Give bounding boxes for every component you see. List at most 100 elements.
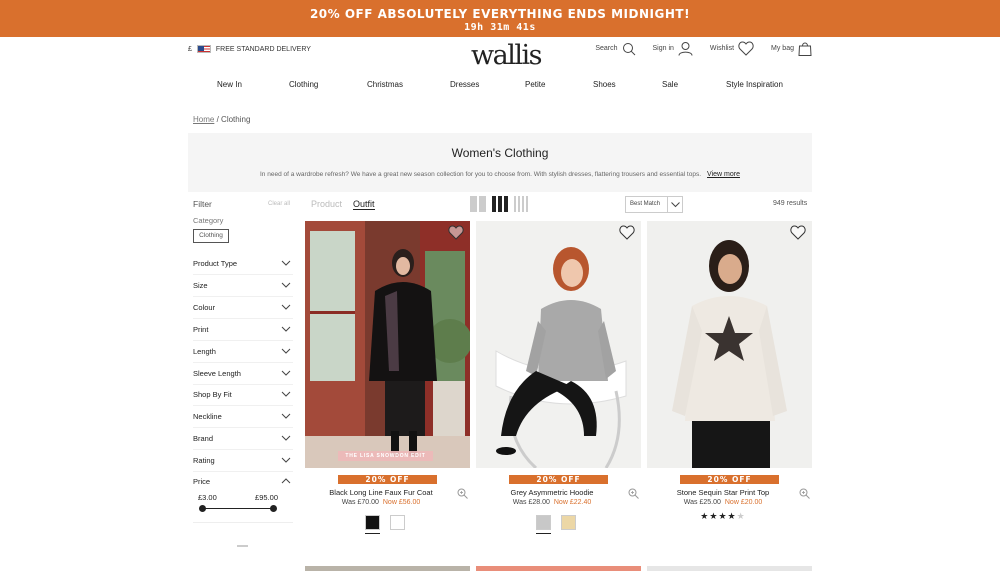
filter-length[interactable]: Length xyxy=(193,341,293,363)
product-image[interactable] xyxy=(647,566,812,571)
filter-label: Rating xyxy=(193,456,215,465)
quick-view-zoom-icon[interactable] xyxy=(799,488,810,499)
clear-all-link[interactable]: Clear all xyxy=(268,201,290,207)
filter-brand[interactable]: Brand xyxy=(193,428,293,450)
now-price: Now £22.40 xyxy=(553,499,592,506)
filter-label: Sleeve Length xyxy=(193,369,241,378)
chevron-down-icon xyxy=(281,370,291,376)
filter-sleeve-length[interactable]: Sleeve Length xyxy=(193,363,293,385)
grid-3-columns-button[interactable] xyxy=(492,196,508,212)
description-text: In need of a wardrobe refresh? We have a… xyxy=(260,171,702,178)
add-to-wishlist-button[interactable] xyxy=(619,225,635,245)
price-slider[interactable] xyxy=(199,505,277,512)
chevron-down-icon xyxy=(281,304,291,310)
search-icon xyxy=(622,42,635,55)
product-name[interactable]: Stone Sequin Star Print Top xyxy=(647,488,799,497)
signin-label: Sign in xyxy=(652,45,674,52)
grid-4-columns-button[interactable] xyxy=(514,196,528,212)
chevron-up-icon xyxy=(281,478,291,484)
sort-select[interactable]: Best Match xyxy=(625,196,683,213)
chevron-down-icon xyxy=(281,348,291,354)
chevron-down-icon xyxy=(281,282,291,288)
currency-symbol: £ xyxy=(188,45,192,53)
heart-icon xyxy=(448,225,464,240)
swatch-beige[interactable] xyxy=(561,515,576,530)
product-image[interactable]: THE LISA SNOWDON EDIT xyxy=(305,221,470,468)
filter-price[interactable]: Price xyxy=(193,471,293,493)
scroll-indicator xyxy=(237,545,248,547)
add-to-wishlist-button[interactable] xyxy=(790,225,806,245)
star-icon: ★ xyxy=(700,512,710,522)
wishlist-button[interactable]: Wishlist xyxy=(710,41,754,56)
nav-shoes[interactable]: Shoes xyxy=(593,80,616,89)
filter-size[interactable]: Size xyxy=(193,275,293,297)
discount-badge: 20% OFF xyxy=(338,475,437,484)
filter-label: Print xyxy=(193,325,209,334)
add-to-wishlist-button[interactable] xyxy=(448,225,464,245)
product-name[interactable]: Black Long Line Faux Fur Coat xyxy=(305,488,457,497)
filter-product-type[interactable]: Product Type xyxy=(193,253,293,275)
filter-label: Price xyxy=(193,477,211,486)
nav-clothing[interactable]: Clothing xyxy=(289,80,318,89)
promo-banner[interactable]: 20% OFF ABSOLUTELY EVERYTHING ENDS MIDNI… xyxy=(0,0,1000,37)
nav-christmas[interactable]: Christmas xyxy=(367,80,403,89)
nav-style-inspiration[interactable]: Style Inspiration xyxy=(726,80,783,89)
nav-sale[interactable]: Sale xyxy=(662,80,678,89)
filter-print[interactable]: Print xyxy=(193,319,293,341)
nav-new-in[interactable]: New In xyxy=(217,80,242,89)
bag-label: My bag xyxy=(771,45,794,52)
view-more-link[interactable]: View more xyxy=(707,171,740,178)
sort-value: Best Match xyxy=(630,201,661,207)
sort-dropdown-toggle[interactable] xyxy=(667,197,682,212)
product-name[interactable]: Grey Asymmetric Hoodie xyxy=(476,488,628,497)
category-hero: Women's Clothing In need of a wardrobe r… xyxy=(188,133,812,192)
was-price: Was £28.00 xyxy=(512,499,550,506)
search-button[interactable]: Search xyxy=(595,41,635,56)
nav-petite[interactable]: Petite xyxy=(525,80,545,89)
star-icon: ★ xyxy=(718,512,728,522)
quick-view-zoom-icon[interactable] xyxy=(628,488,639,499)
signin-button[interactable]: Sign in xyxy=(653,41,693,56)
chevron-down-icon xyxy=(281,435,291,441)
discount-badge: 20% OFF xyxy=(680,475,779,484)
price-slider-max-handle[interactable] xyxy=(270,505,277,512)
tab-product[interactable]: Product xyxy=(311,199,342,209)
chevron-down-icon xyxy=(281,260,291,266)
product-card[interactable]: 20% OFF Stone Sequin Star Print Top Was … xyxy=(647,221,812,522)
header-actions: Search Sign in Wishlist My bag xyxy=(595,41,812,56)
product-image[interactable] xyxy=(305,566,470,571)
product-card[interactable]: 20% OFF Grey Asymmetric Hoodie Was £28.0… xyxy=(476,221,641,534)
breadcrumb-separator: / xyxy=(216,115,219,124)
swatch-grey[interactable] xyxy=(536,515,551,534)
filter-rating[interactable]: Rating xyxy=(193,450,293,472)
was-price: Was £25.00 xyxy=(683,499,721,506)
product-image[interactable] xyxy=(476,221,641,468)
star-empty-icon: ★ xyxy=(736,512,746,522)
page-title: Women's Clothing xyxy=(451,146,549,160)
grid-2-columns-button[interactable] xyxy=(470,196,486,212)
product-image[interactable] xyxy=(647,221,812,468)
was-price: Was £70.00 xyxy=(341,499,379,506)
category-chip[interactable]: Clothing xyxy=(193,229,229,243)
filter-shop-by-fit[interactable]: Shop By Fit xyxy=(193,384,293,406)
collection-tag: THE LISA SNOWDON EDIT xyxy=(338,451,433,461)
product-image[interactable] xyxy=(476,566,641,571)
filter-neckline[interactable]: Neckline xyxy=(193,406,293,428)
bag-icon xyxy=(798,42,812,56)
product-card[interactable]: THE LISA SNOWDON EDIT 20% OFF Black Long… xyxy=(305,221,470,534)
swatch-white[interactable] xyxy=(390,515,405,530)
filter-colour[interactable]: Colour xyxy=(193,297,293,319)
product-photo xyxy=(647,221,812,468)
delivery-info[interactable]: £ FREE STANDARD DELIVERY xyxy=(188,45,311,53)
breadcrumb-home[interactable]: Home xyxy=(193,115,214,124)
quick-view-zoom-icon[interactable] xyxy=(457,488,468,499)
tab-outfit[interactable]: Outfit xyxy=(353,199,375,210)
brand-logo[interactable]: wallis xyxy=(456,40,556,71)
bag-button[interactable]: My bag xyxy=(771,41,812,56)
price-slider-min-handle[interactable] xyxy=(199,505,206,512)
nav-dresses[interactable]: Dresses xyxy=(450,80,479,89)
promo-countdown: 19h 31m 41s xyxy=(464,22,536,33)
divider xyxy=(193,522,293,523)
chevron-down-icon xyxy=(281,457,291,463)
swatch-black[interactable] xyxy=(365,515,380,534)
